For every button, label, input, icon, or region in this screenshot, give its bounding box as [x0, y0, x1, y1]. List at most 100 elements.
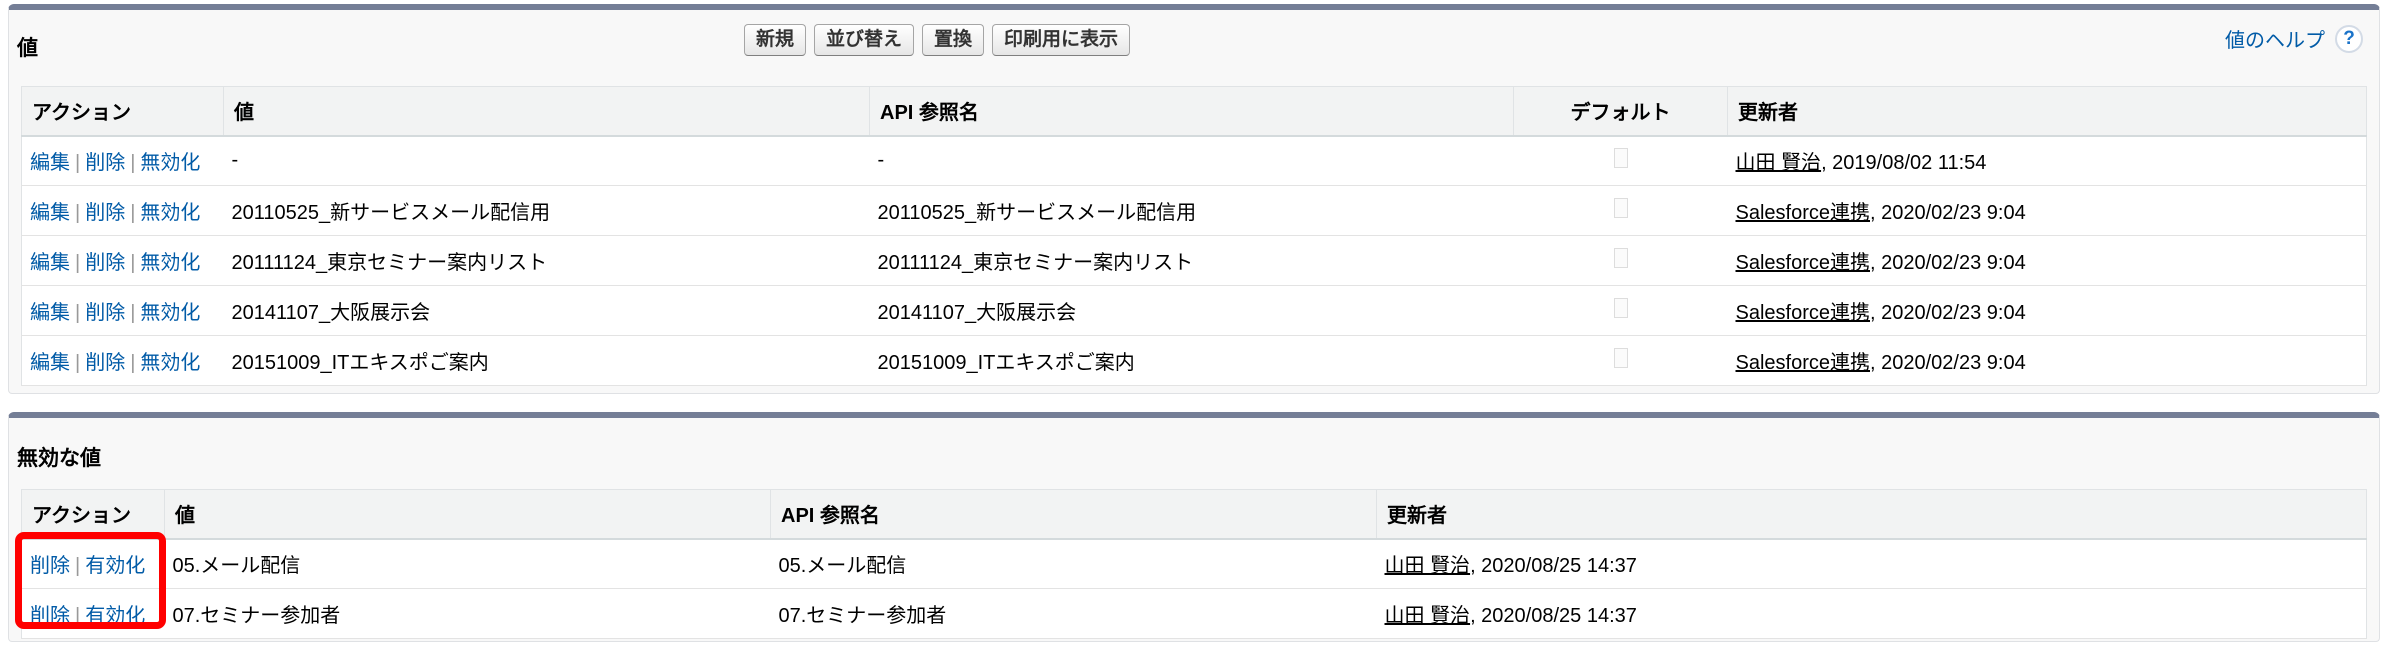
updated-date: , 2020/08/25 14:37 [1470, 605, 1637, 627]
action-cell: 編集 | 削除 | 無効化 [21, 335, 224, 386]
api-name-cell: 07.セミナー参加者 [770, 588, 1377, 639]
table-row: 編集 | 削除 | 無効化 20141107_大阪展示会 20141107_大阪展示会 Sal… [21, 285, 2367, 336]
updated-by-cell: Salesforce連携, 2020/02/23 9:04 [1727, 185, 2367, 236]
separator: | [130, 352, 136, 374]
question-icon[interactable]: ? [2335, 24, 2363, 53]
new-button[interactable]: 新規 [744, 24, 807, 56]
edit-link[interactable]: 編集 [30, 302, 70, 324]
action-cell: 編集 | 削除 | 無効化 [21, 135, 224, 186]
default-cell [1513, 335, 1728, 386]
default-checkbox [1613, 297, 1628, 318]
updated-by-cell: Salesforce連携, 2020/02/23 9:04 [1727, 335, 2367, 386]
action-cell: 削除 | 有効化 [21, 588, 165, 639]
table-row: 編集 | 削除 | 無効化 20111124_東京セミナー案内リスト 20111124_東京… [21, 235, 2367, 286]
updated-by-cell: 山田 賢治, 2020/08/25 14:37 [1376, 588, 2367, 639]
default-checkbox [1613, 247, 1628, 268]
user-link[interactable]: Salesforce連携 [1736, 302, 1871, 324]
column-header: API 参照名 [770, 489, 1377, 540]
table-row: 削除 | 有効化 05.メール配信 05.メール配信 山田 賢治, 2020/08/25 … [21, 538, 2367, 589]
edit-link[interactable]: 編集 [30, 152, 70, 174]
table-row: 編集 | 削除 | 無効化 - - 山田 賢治, 2019/08/02 11:54 [21, 135, 2367, 186]
column-header: API 参照名 [869, 86, 1514, 137]
inactive-values-panel: 無効な値 アクション 値 API 参照名 更新者 削除 | 有効化 05.メール配信 0… [8, 412, 2380, 642]
deactivate-link[interactable]: 無効化 [140, 252, 200, 274]
api-name-cell: 20141107_大阪展示会 [869, 285, 1514, 336]
default-checkbox [1613, 347, 1628, 368]
separator: | [75, 202, 81, 224]
updated-date: , 2020/02/23 9:04 [1870, 302, 2026, 324]
updated-date: , 2020/02/23 9:04 [1870, 352, 2026, 374]
default-cell [1513, 285, 1728, 336]
separator: | [75, 605, 81, 627]
updated-by-cell: 山田 賢治, 2020/08/25 14:37 [1376, 538, 2367, 589]
delete-link[interactable]: 削除 [85, 152, 125, 174]
delete-link[interactable]: 削除 [85, 252, 125, 274]
delete-link[interactable]: 削除 [85, 352, 125, 374]
separator: | [75, 352, 81, 374]
api-name-cell: 20151009_ITエキスポご案内 [869, 335, 1514, 386]
api-name-cell: - [869, 135, 1514, 186]
user-link[interactable]: Salesforce連携 [1736, 352, 1871, 374]
value-cell: 20110525_新サービスメール配信用 [223, 185, 870, 236]
table-row: 編集 | 削除 | 無効化 20151009_ITエキスポご案内 20151009_ITエキ… [21, 335, 2367, 386]
deactivate-link[interactable]: 無効化 [140, 302, 200, 324]
action-cell: 編集 | 削除 | 無効化 [21, 185, 224, 236]
action-cell: 編集 | 削除 | 無効化 [21, 285, 224, 336]
user-link[interactable]: 山田 賢治 [1736, 152, 1822, 174]
separator: | [130, 202, 136, 224]
activate-link[interactable]: 有効化 [85, 605, 145, 627]
deactivate-link[interactable]: 無効化 [140, 202, 200, 224]
values-table: アクション 値 API 参照名 デフォルト 更新者 編集 | 削除 | 無効化 - - 山田 … [21, 86, 2367, 386]
separator: | [130, 252, 136, 274]
edit-link[interactable]: 編集 [30, 252, 70, 274]
activate-link[interactable]: 有効化 [85, 555, 145, 577]
delete-link[interactable]: 削除 [85, 202, 125, 224]
column-header: デフォルト [1513, 86, 1728, 137]
api-name-cell: 20111124_東京セミナー案内リスト [869, 235, 1514, 286]
delete-link[interactable]: 削除 [85, 302, 125, 324]
column-header: 更新者 [1727, 86, 2367, 137]
updated-by-cell: Salesforce連携, 2020/02/23 9:04 [1727, 285, 2367, 336]
help-link[interactable]: 値のヘルプ [2225, 24, 2325, 53]
action-cell: 削除 | 有効化 [21, 538, 165, 589]
default-checkbox [1613, 197, 1628, 218]
api-name-cell: 20110525_新サービスメール配信用 [869, 185, 1514, 236]
api-name-cell: 05.メール配信 [770, 538, 1377, 589]
updated-date: , 2020/02/23 9:04 [1870, 202, 2026, 224]
table-row: 削除 | 有効化 07.セミナー参加者 07.セミナー参加者 山田 賢治, 2020/08… [21, 588, 2367, 639]
value-cell: 07.セミナー参加者 [164, 588, 771, 639]
updated-date: , 2020/02/23 9:04 [1870, 252, 2026, 274]
section-title: 無効な値 [17, 447, 101, 470]
value-cell: 20151009_ITエキスポご案内 [223, 335, 870, 386]
reorder-button[interactable]: 並び替え [814, 24, 915, 56]
user-link[interactable]: 山田 賢治 [1385, 555, 1471, 577]
user-link[interactable]: Salesforce連携 [1736, 202, 1871, 224]
toolbar: 新規 並び替え 置換 印刷用に表示 [744, 24, 1131, 56]
separator: | [75, 302, 81, 324]
deactivate-link[interactable]: 無効化 [140, 352, 200, 374]
user-link[interactable]: 山田 賢治 [1385, 605, 1471, 627]
help: 値のヘルプ ? [2225, 24, 2363, 53]
user-link[interactable]: Salesforce連携 [1736, 252, 1871, 274]
updated-by-cell: Salesforce連携, 2020/02/23 9:04 [1727, 235, 2367, 286]
default-checkbox [1613, 147, 1628, 168]
printable-view-button[interactable]: 印刷用に表示 [992, 24, 1131, 56]
delete-link[interactable]: 削除 [30, 555, 70, 577]
inactive-values-table: アクション 値 API 参照名 更新者 削除 | 有効化 05.メール配信 05.メール… [21, 489, 2367, 639]
separator: | [130, 152, 136, 175]
separator: | [75, 555, 81, 578]
value-cell: 05.メール配信 [164, 538, 771, 589]
replace-button[interactable]: 置換 [922, 24, 985, 56]
separator: | [130, 302, 136, 324]
column-header: 値 [164, 489, 771, 540]
deactivate-link[interactable]: 無効化 [140, 152, 200, 174]
edit-link[interactable]: 編集 [30, 202, 70, 224]
default-cell [1513, 185, 1728, 236]
updated-by-cell: 山田 賢治, 2019/08/02 11:54 [1727, 135, 2367, 186]
updated-date: , 2019/08/02 11:54 [1821, 152, 1987, 175]
edit-link[interactable]: 編集 [30, 352, 70, 374]
column-header: 更新者 [1376, 489, 2367, 540]
column-header: アクション [21, 86, 224, 137]
action-cell: 編集 | 削除 | 無効化 [21, 235, 224, 286]
delete-link[interactable]: 削除 [30, 605, 70, 627]
